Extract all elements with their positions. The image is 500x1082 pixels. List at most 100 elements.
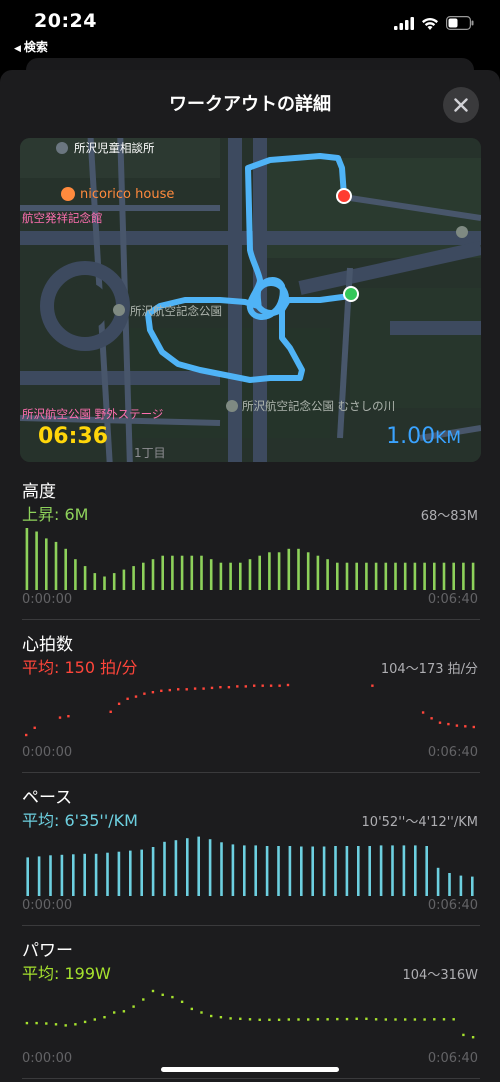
chart-point xyxy=(109,710,112,713)
chart-point xyxy=(384,1018,387,1021)
chart-bar xyxy=(368,846,371,896)
chart-bar xyxy=(357,846,360,896)
chart-bar xyxy=(413,562,417,590)
chart-point xyxy=(190,1007,193,1011)
elevation-section[interactable]: 高度 上昇: 6M 68～83M 0:00:00 0:06:40 xyxy=(0,468,500,620)
map-label-aviation-museum: 航空発祥記念館 xyxy=(22,211,103,225)
heart-rate-range: 104～173 拍/分 xyxy=(380,662,478,677)
route-map[interactable]: 所沢児童相談所 nicorico house 航空発祥記念館 所沢航空記念公園 … xyxy=(20,138,481,462)
chart-bar xyxy=(471,562,475,590)
chart-bar xyxy=(197,836,200,896)
chart-bar xyxy=(311,846,314,896)
chart-bar xyxy=(122,569,126,590)
chart-bar xyxy=(268,552,271,590)
chart-bar xyxy=(151,559,155,590)
chart-bar xyxy=(402,845,406,896)
power-section[interactable]: パワー 平均: 199W 104～316W 0:00:00 0:06:40 xyxy=(0,927,500,1079)
chart-bar xyxy=(459,875,463,896)
chart-bar xyxy=(300,846,303,896)
chart-point xyxy=(177,688,180,691)
map-label-child-center: 所沢児童相談所 xyxy=(74,141,155,155)
chart-point xyxy=(472,725,475,729)
distance-unit: KM xyxy=(435,428,461,448)
chart-point xyxy=(433,1018,436,1021)
elevation-title: 高度 xyxy=(22,482,56,502)
chart-point xyxy=(462,1033,465,1037)
chart-point xyxy=(430,717,433,720)
chart-bar xyxy=(248,559,252,590)
chart-point xyxy=(25,1021,29,1025)
chart-point xyxy=(210,1014,213,1018)
chart-bar xyxy=(379,845,383,896)
cellular-signal-icon xyxy=(394,16,414,30)
chart-bar xyxy=(142,562,145,590)
pace-title: ペース xyxy=(22,788,73,808)
chart-point xyxy=(200,1011,203,1014)
chart-point xyxy=(438,721,442,724)
sheet-title: ワークアウトの詳細 xyxy=(169,94,331,115)
map-label-park: 所沢航空記念公園 xyxy=(130,304,222,318)
power-range: 104～316W xyxy=(402,968,478,983)
chart-point xyxy=(67,715,70,718)
chart-bar xyxy=(45,538,48,590)
chart-point xyxy=(345,1017,349,1021)
chart-bar xyxy=(391,845,394,896)
chart-point xyxy=(132,1005,135,1008)
chart-point xyxy=(160,689,163,692)
chart-bar xyxy=(254,845,257,896)
chart-point xyxy=(180,1000,184,1003)
chart-point xyxy=(151,989,155,993)
chart-point xyxy=(452,1018,455,1021)
chart-bar xyxy=(433,562,436,590)
pace-chart xyxy=(26,836,474,896)
chart-bar xyxy=(462,562,465,590)
chart-bar xyxy=(171,555,174,590)
chart-point xyxy=(326,1018,329,1021)
chart-bar xyxy=(186,838,189,896)
chart-bar xyxy=(423,562,426,590)
chart-bar xyxy=(83,566,87,590)
chart-point xyxy=(74,1023,77,1026)
chart-point xyxy=(151,691,155,694)
chart-point xyxy=(421,711,425,714)
status-bar: 20:24 ◀ 検索 xyxy=(0,0,500,58)
chart-point xyxy=(455,724,459,727)
chart-point xyxy=(236,685,239,688)
home-indicator[interactable] xyxy=(161,1067,339,1072)
chart-point xyxy=(25,733,28,737)
pace-start-time: 0:00:00 xyxy=(22,898,73,913)
chart-bar xyxy=(180,555,184,590)
chart-bar xyxy=(161,555,164,590)
divider xyxy=(22,925,480,926)
chart-point xyxy=(404,1018,407,1021)
chart-bar xyxy=(243,845,246,896)
power-title: パワー xyxy=(22,941,73,961)
chart-bar xyxy=(140,849,143,896)
chart-bar xyxy=(35,531,38,590)
chart-bar xyxy=(231,844,235,896)
heart-rate-title: 心拍数 xyxy=(22,635,73,655)
chart-bar xyxy=(436,867,440,896)
chart-point xyxy=(253,684,256,687)
chart-bar xyxy=(403,562,407,590)
back-to-search-link[interactable]: ◀ 検索 xyxy=(14,38,48,55)
close-button[interactable] xyxy=(443,87,479,123)
elevation-chart xyxy=(25,528,475,590)
chart-bar xyxy=(355,562,358,590)
workout-duration: 06:36 xyxy=(38,424,109,449)
chart-point xyxy=(464,725,467,728)
power-chart xyxy=(25,989,475,1039)
chart-point xyxy=(122,1010,126,1013)
chart-bar xyxy=(112,573,116,590)
chart-point xyxy=(244,685,247,688)
chart-point xyxy=(297,1018,300,1021)
chart-bar xyxy=(277,846,280,896)
chart-point xyxy=(193,687,197,690)
heart-rate-section[interactable]: 心拍数 平均: 150 拍/分 104～173 拍/分 0:00:00 0:06… xyxy=(0,621,500,773)
chart-point xyxy=(126,697,129,700)
chart-point xyxy=(278,684,281,687)
pace-section[interactable]: ペース 平均: 6'35''/KM 10'52''～4'12''/KM 0:00… xyxy=(0,774,500,926)
chart-point xyxy=(161,993,164,996)
distance-value: 1.00 xyxy=(386,424,436,449)
chart-point xyxy=(287,1018,290,1021)
